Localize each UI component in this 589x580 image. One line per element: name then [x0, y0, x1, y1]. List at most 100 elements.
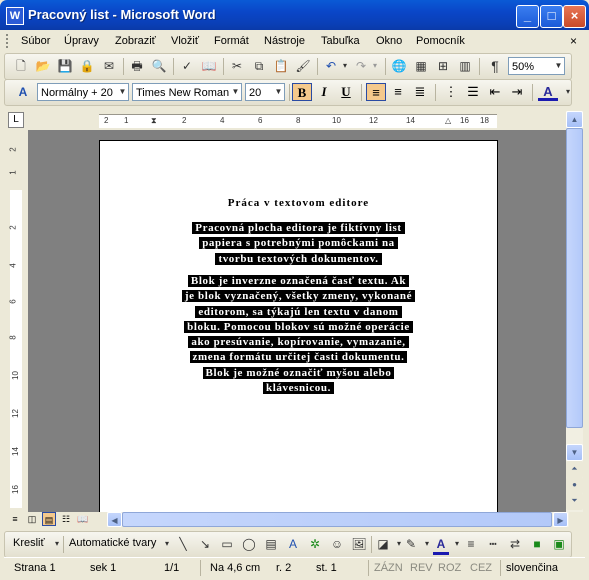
- horizontal-scrollbar[interactable]: ◀ ▶: [107, 512, 569, 527]
- wordart-icon[interactable]: A: [285, 536, 301, 552]
- fill-color-icon[interactable]: ◪: [375, 536, 391, 552]
- scroll-up-icon[interactable]: ▲: [566, 111, 583, 128]
- spelling-icon[interactable]: ✓: [179, 58, 195, 74]
- maximize-button[interactable]: □: [540, 5, 563, 28]
- new-document-icon[interactable]: 🗋: [13, 58, 29, 74]
- toolbar-grip[interactable]: [6, 34, 11, 48]
- chevron-down-icon[interactable]: ▾: [159, 536, 175, 552]
- normal-view-icon[interactable]: ≡: [8, 512, 22, 526]
- tab-selector[interactable]: L: [8, 112, 24, 128]
- print-preview-icon[interactable]: 🔍: [151, 58, 167, 74]
- menu-edit[interactable]: Úpravy: [64, 35, 99, 47]
- minimize-button[interactable]: _: [516, 5, 539, 28]
- reading-layout-icon[interactable]: 📖: [76, 512, 90, 526]
- align-center-button[interactable]: ≡: [366, 83, 386, 101]
- copy-icon[interactable]: ⧉: [251, 58, 267, 74]
- redo-dropdown-icon[interactable]: ▾: [367, 58, 383, 74]
- email-icon[interactable]: ✉: [101, 58, 117, 74]
- open-folder-icon[interactable]: 📂: [35, 58, 51, 74]
- status-ovr[interactable]: CEZ: [470, 562, 492, 574]
- right-indent-marker[interactable]: △: [445, 116, 451, 125]
- line-color-icon[interactable]: ✎: [403, 536, 419, 552]
- decrease-indent-icon[interactable]: ⇤: [485, 83, 505, 101]
- scroll-right-icon[interactable]: ▶: [553, 512, 568, 527]
- document-heading[interactable]: Práca v textovom editore: [100, 197, 497, 209]
- word-app-icon[interactable]: W: [6, 7, 24, 25]
- bold-button[interactable]: B: [292, 83, 312, 101]
- status-trk[interactable]: REV: [410, 562, 433, 574]
- selected-line[interactable]: editorom, sa týkajú len textu v danom: [195, 305, 402, 318]
- format-painter-icon[interactable]: 🖌: [295, 58, 311, 74]
- hyperlink-icon[interactable]: 🌐: [391, 58, 407, 74]
- picture-icon[interactable]: 🖼: [351, 536, 367, 552]
- draw-menu[interactable]: Kresliť: [13, 537, 45, 549]
- h-scroll-thumb[interactable]: [122, 512, 552, 527]
- paste-icon[interactable]: 📋: [273, 58, 289, 74]
- status-rec[interactable]: ZÁZN: [374, 562, 403, 574]
- selected-line[interactable]: ako presúvanie, kopírovanie, vymazanie,: [188, 336, 409, 349]
- chevron-down-icon[interactable]: ▾: [560, 84, 576, 100]
- selected-line[interactable]: Blok je inverzne označená časť textu. Ak: [187, 275, 410, 287]
- next-page-icon[interactable]: ⏷: [566, 493, 583, 510]
- cut-icon[interactable]: ✂: [229, 58, 245, 74]
- document-page[interactable]: Práca v textovom editore Pracovná plocha…: [99, 140, 498, 512]
- bullets-icon[interactable]: ☰: [463, 83, 483, 101]
- selected-line[interactable]: Blok je možné označiť myšou alebo: [202, 366, 395, 379]
- selected-line[interactable]: klávesnicou.: [263, 382, 334, 395]
- chevron-down-icon[interactable]: ▼: [230, 84, 241, 100]
- diagram-icon[interactable]: ✲: [307, 536, 323, 552]
- show-hide-paragraph-icon[interactable]: ¶: [487, 58, 503, 74]
- font-select[interactable]: Times New Roman ▼: [132, 83, 242, 101]
- font-color-icon[interactable]: A: [433, 536, 449, 555]
- web-layout-icon[interactable]: ◫: [25, 512, 39, 526]
- scroll-left-icon[interactable]: ◀: [107, 512, 122, 527]
- previous-page-icon[interactable]: ⏶: [566, 461, 583, 478]
- styles-formatting-icon[interactable]: A: [15, 84, 31, 100]
- scroll-thumb[interactable]: [566, 128, 583, 428]
- menu-tools[interactable]: Nástroje: [264, 35, 305, 47]
- selected-line[interactable]: papiera s potrebnými pomôckami na: [199, 237, 398, 250]
- oval-icon[interactable]: ◯: [241, 536, 257, 552]
- tables-borders-icon[interactable]: ▦: [413, 58, 429, 74]
- 3d-icon[interactable]: ▣: [551, 536, 567, 552]
- underline-button[interactable]: U: [336, 83, 356, 101]
- arrow-style-icon[interactable]: ⇄: [507, 536, 523, 552]
- shadow-icon[interactable]: ■: [529, 536, 545, 552]
- document-area[interactable]: Práca v textovom editore Pracovná plocha…: [28, 130, 566, 512]
- paragraph-2[interactable]: Blok je inverzne označená časť textu. Ak…: [100, 274, 497, 396]
- vertical-ruler[interactable]: 2 1 2 4 6 8 10 12 14 16: [8, 133, 24, 510]
- columns-icon[interactable]: ▥: [457, 58, 473, 74]
- menu-view[interactable]: Zobraziť: [115, 35, 156, 47]
- vertical-scrollbar[interactable]: ▲ ▼ ⏶ ● ⏷: [566, 111, 583, 512]
- selected-line[interactable]: bloku. Pomocou blokov sú možné operácie: [184, 320, 413, 333]
- selected-line[interactable]: Pracovná plocha editora je fiktívny list: [192, 222, 405, 234]
- style-select[interactable]: Normálny + 20 ▼: [37, 83, 129, 101]
- status-ext[interactable]: ROZ: [438, 562, 461, 574]
- menu-window[interactable]: Okno: [376, 35, 402, 47]
- font-size-select[interactable]: 20 ▼: [245, 83, 285, 101]
- dash-style-icon[interactable]: ┅: [485, 536, 501, 552]
- rectangle-icon[interactable]: ▭: [219, 536, 235, 552]
- select-browse-object-icon[interactable]: ●: [566, 477, 583, 494]
- close-document-button[interactable]: ×: [570, 34, 577, 48]
- horizontal-ruler[interactable]: 2 1 ⧗ 2 4 6 8 10 12 14 △ 16 18: [28, 111, 566, 129]
- line-style-icon[interactable]: ≡: [463, 536, 479, 552]
- undo-dropdown-icon[interactable]: ▾: [337, 58, 353, 74]
- font-color-icon[interactable]: A: [538, 83, 558, 101]
- chevron-down-icon[interactable]: ▼: [553, 58, 564, 74]
- arrow-icon[interactable]: ↘: [197, 536, 213, 552]
- selected-line[interactable]: tvorbu textových dokumentov.: [215, 252, 382, 265]
- insert-table-icon[interactable]: ⊞: [435, 58, 451, 74]
- menu-format[interactable]: Formát: [214, 35, 249, 47]
- numbering-icon[interactable]: ⋮: [441, 83, 461, 101]
- zoom-select[interactable]: 50% ▼: [508, 57, 565, 75]
- permission-icon[interactable]: 🔒: [79, 58, 95, 74]
- chevron-down-icon[interactable]: ▼: [117, 84, 128, 100]
- print-icon[interactable]: 🖶: [129, 58, 145, 74]
- selected-line[interactable]: zmena formátu určitej časti dokumentu.: [189, 351, 408, 364]
- menu-insert[interactable]: Vložiť: [171, 35, 199, 47]
- justify-button[interactable]: ≣: [410, 83, 430, 101]
- autoshapes-menu[interactable]: Automatické tvary: [69, 537, 156, 549]
- line-icon[interactable]: ╲: [175, 536, 191, 552]
- textbox-icon[interactable]: ▤: [263, 536, 279, 552]
